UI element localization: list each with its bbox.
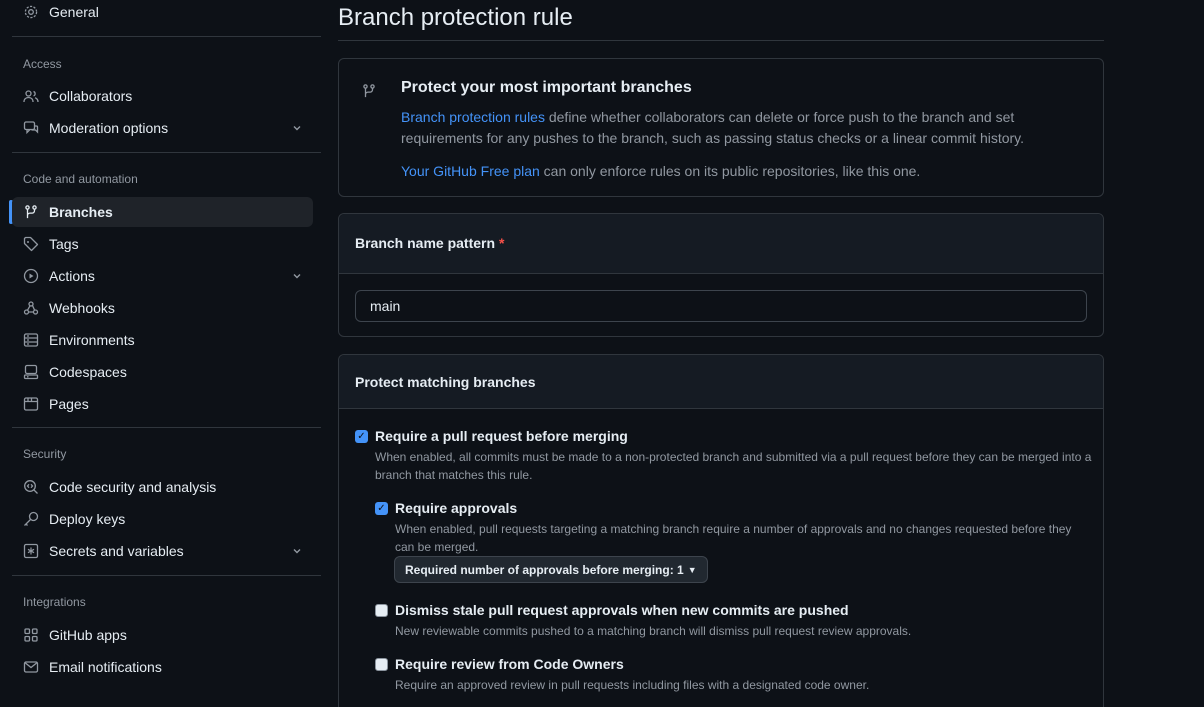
sidebar-item-label: Actions <box>49 268 95 284</box>
key-icon <box>23 511 39 527</box>
plan-note: Your GitHub Free plan can only enforce r… <box>401 163 920 179</box>
chevron-down-icon <box>291 121 303 137</box>
chevron-down-icon <box>291 544 303 560</box>
box-header: Protect matching branches <box>339 355 1103 409</box>
option-label: Require review from Code Owners <box>395 656 624 672</box>
main-content: Branch protection rule Protect your most… <box>338 0 1104 707</box>
sidebar-item-label: Environments <box>49 332 135 348</box>
people-icon <box>23 88 39 104</box>
require-pr-checkbox[interactable]: ✓ <box>355 430 368 443</box>
sidebar-item-label: Deploy keys <box>49 511 126 527</box>
option-description: When enabled, pull requests targeting a … <box>395 522 1072 554</box>
mail-icon <box>23 659 39 675</box>
sidebar-item-label: Branches <box>49 204 113 220</box>
option-description: New reviewable commits pushed to a match… <box>395 624 912 638</box>
sidebar-item-label: GitHub apps <box>49 627 127 643</box>
sidebar-item-general[interactable]: General <box>12 0 313 27</box>
section-label-access: Access <box>23 57 62 71</box>
require-approvals-checkbox[interactable]: ✓ <box>375 502 388 515</box>
option-label: Require a pull request before merging <box>375 428 628 444</box>
branch-protection-rules-link[interactable]: Branch protection rules <box>401 109 545 125</box>
sidebar-item-email-notifications[interactable]: Email notifications <box>12 652 313 682</box>
option-label: Require approvals <box>395 500 518 516</box>
page-title: Branch protection rule <box>338 4 573 31</box>
chevron-down-icon <box>291 269 303 285</box>
protect-matching-branches-box: Protect matching branches ✓ Require a pu… <box>338 354 1104 707</box>
sidebar-item-label: Webhooks <box>49 300 115 316</box>
triangle-down-icon: ▼ <box>687 564 697 575</box>
approvals-select-label: Required number of approvals before merg… <box>405 562 684 577</box>
dismiss-stale-checkbox[interactable] <box>375 604 388 617</box>
sidebar-item-tags[interactable]: Tags <box>12 229 313 259</box>
sidebar-item-label: General <box>49 4 99 20</box>
sidebar-item-branches[interactable]: Branches <box>12 197 313 227</box>
section-label-code: Code and automation <box>23 172 138 186</box>
play-circle-icon <box>23 268 39 284</box>
info-heading: Protect your most important branches <box>401 79 692 96</box>
browser-icon <box>23 396 39 412</box>
sidebar-item-label: Tags <box>49 236 79 252</box>
pattern-label-text: Branch name pattern <box>355 235 496 251</box>
code-owners-checkbox[interactable] <box>375 658 388 671</box>
sidebar-item-deploy-keys[interactable]: Deploy keys <box>12 504 313 534</box>
required-mark: * <box>498 235 505 251</box>
section-label-integrations: Integrations <box>23 595 86 609</box>
sidebar-item-code-security[interactable]: Code security and analysis <box>12 472 313 502</box>
sidebar-item-collaborators[interactable]: Collaborators <box>12 81 313 111</box>
box-header: Branch name pattern * <box>339 214 1103 274</box>
codescan-icon <box>23 479 39 495</box>
sidebar-item-label: Code security and analysis <box>49 479 217 495</box>
asterisk-box-icon <box>23 543 39 559</box>
sidebar-item-label: Email notifications <box>49 659 162 675</box>
tag-icon <box>23 236 39 252</box>
sidebar-item-label: Collaborators <box>49 88 133 104</box>
info-box: Protect your most important branches Bra… <box>338 58 1104 197</box>
divider <box>12 575 321 576</box>
branch-pattern-box: Branch name pattern * <box>338 213 1104 337</box>
branch-name-pattern-input[interactable] <box>355 290 1087 322</box>
codespaces-icon <box>23 364 39 380</box>
git-branch-icon <box>361 83 377 102</box>
sidebar-item-actions[interactable]: Actions <box>12 261 313 291</box>
approvals-count-select[interactable]: Required number of approvals before merg… <box>394 556 708 583</box>
sidebar-item-label: Pages <box>49 396 89 412</box>
option-label: Dismiss stale pull request approvals whe… <box>395 602 849 618</box>
divider <box>338 40 1104 41</box>
webhook-icon <box>23 300 39 316</box>
sidebar-item-label: Moderation options <box>49 120 169 136</box>
sidebar-item-moderation[interactable]: Moderation options <box>12 113 313 143</box>
settings-sidebar: General Access Collaborators Moderation … <box>0 0 322 707</box>
sidebar-item-secrets[interactable]: Secrets and variables <box>12 536 313 566</box>
divider <box>12 36 321 37</box>
sidebar-item-webhooks[interactable]: Webhooks <box>12 293 313 323</box>
divider <box>12 152 321 153</box>
apps-icon <box>23 627 39 643</box>
plan-text: can only enforce rules on its public rep… <box>539 163 921 179</box>
sidebar-item-codespaces[interactable]: Codespaces <box>12 357 313 387</box>
sidebar-item-pages[interactable]: Pages <box>12 389 313 419</box>
server-icon <box>23 332 39 348</box>
sidebar-item-github-apps[interactable]: GitHub apps <box>12 620 313 650</box>
section-label-security: Security <box>23 447 67 461</box>
comment-discussion-icon <box>23 120 39 136</box>
gear-icon <box>23 4 39 20</box>
free-plan-link[interactable]: Your GitHub Free plan <box>401 163 540 179</box>
pattern-label: Branch name pattern * <box>355 235 504 251</box>
sidebar-item-label: Secrets and variables <box>49 543 184 559</box>
sidebar-item-label: Codespaces <box>49 364 127 380</box>
protect-header: Protect matching branches <box>355 374 536 390</box>
info-description: Branch protection rules define whether c… <box>401 107 1051 149</box>
git-branch-icon <box>23 204 39 220</box>
option-description: Require an approved review in pull reque… <box>395 678 870 692</box>
sidebar-item-environments[interactable]: Environments <box>12 325 313 355</box>
divider <box>12 427 321 428</box>
option-description: When enabled, all commits must be made t… <box>375 450 1092 482</box>
